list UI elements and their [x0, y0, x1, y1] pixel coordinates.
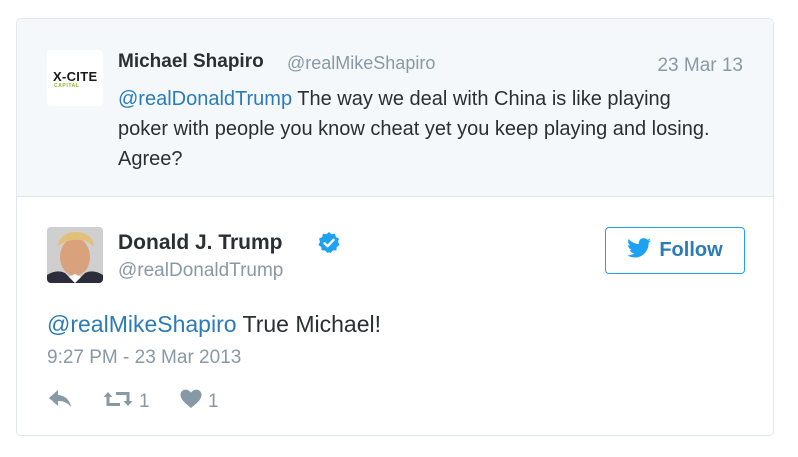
follow-label: Follow — [659, 239, 723, 261]
quoted-date[interactable]: 23 Mar 13 — [657, 55, 743, 77]
retweet-button[interactable]: 1 — [103, 389, 150, 415]
portrait-image — [47, 227, 103, 283]
reply-button[interactable] — [47, 389, 73, 415]
quoted-author-handle[interactable]: @realMikeShapiro — [287, 53, 435, 74]
quoted-author-name[interactable]: Michael Shapiro — [118, 51, 264, 73]
retweet-icon — [103, 389, 133, 415]
avatar-logo-text: X-CITE — [53, 69, 98, 84]
author-avatar[interactable] — [47, 227, 103, 283]
avatar-logo-subtext: CAPITAL — [54, 83, 80, 89]
mention-link[interactable]: @realMikeShapiro — [47, 311, 237, 337]
retweet-count: 1 — [139, 391, 150, 412]
like-button[interactable]: 1 — [180, 389, 219, 415]
twitter-bird-icon — [627, 238, 652, 263]
quoted-tweet[interactable]: X-CITE CAPITAL Michael Shapiro @realMike… — [17, 19, 773, 197]
like-count: 1 — [208, 391, 219, 412]
quoted-avatar[interactable]: X-CITE CAPITAL — [47, 50, 103, 106]
heart-icon — [180, 389, 202, 415]
follow-button[interactable]: Follow — [605, 227, 745, 274]
mention-link[interactable]: @realDonaldTrump — [118, 88, 292, 110]
tweet-card: X-CITE CAPITAL Michael Shapiro @realMike… — [16, 18, 774, 436]
author-handle[interactable]: @realDonaldTrump — [118, 260, 283, 282]
tweet-text: @realMikeShapiro True Michael! — [47, 311, 381, 338]
verified-badge-icon — [317, 231, 341, 260]
quoted-text: @realDonaldTrump The way we deal with Ch… — [118, 84, 718, 174]
reply-icon — [47, 389, 73, 415]
tweet-body: True Michael! — [236, 311, 381, 337]
tweet-timestamp[interactable]: 9:27 PM - 23 Mar 2013 — [47, 347, 241, 369]
author-name[interactable]: Donald J. Trump — [118, 231, 283, 255]
